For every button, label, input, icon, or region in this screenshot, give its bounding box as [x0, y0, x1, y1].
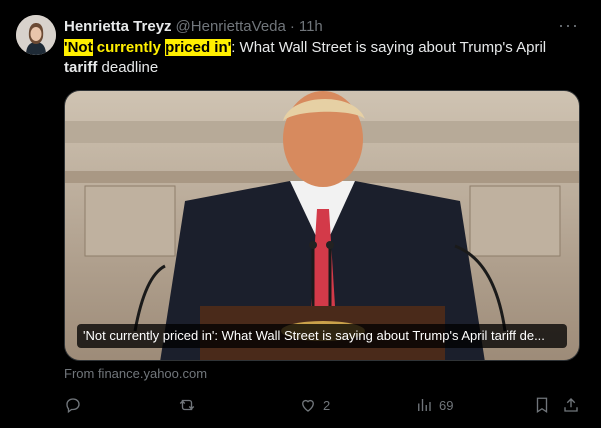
- reply-button[interactable]: [64, 395, 88, 415]
- link-card-image: [65, 91, 579, 360]
- share-icon: [564, 398, 578, 412]
- share-button[interactable]: [562, 395, 580, 415]
- views-button[interactable]: 69: [415, 395, 453, 415]
- reply-icon: [66, 398, 80, 414]
- tweet[interactable]: Henrietta Treyz @HenriettaVeda · 11h ···…: [0, 0, 601, 428]
- author-name[interactable]: Henrietta Treyz: [64, 18, 172, 35]
- text-currently: currently: [92, 39, 166, 56]
- views-icon: [418, 399, 431, 411]
- avatar[interactable]: [16, 15, 56, 55]
- retweet-button[interactable]: [178, 395, 202, 415]
- retweet-icon: [179, 399, 195, 411]
- timestamp[interactable]: 11h: [299, 18, 323, 35]
- bookmark-button[interactable]: [533, 395, 551, 415]
- text-middle: : What Wall Street is saying about Trump…: [231, 39, 547, 56]
- bookmark-icon: [536, 397, 548, 414]
- separator: ·: [289, 17, 295, 35]
- highlight-priced-in: priced in: [165, 39, 228, 56]
- link-card[interactable]: 'Not currently priced in': What Wall Str…: [64, 90, 580, 361]
- link-card-caption: 'Not currently priced in': What Wall Str…: [77, 324, 567, 348]
- action-bar: 2 69: [64, 395, 580, 415]
- author-handle[interactable]: @HenriettaVeda: [176, 18, 286, 35]
- like-button[interactable]: 2: [299, 395, 330, 415]
- like-count: 2: [323, 397, 331, 413]
- more-icon[interactable]: ···: [558, 16, 579, 34]
- text-tariff: tariff: [64, 59, 98, 76]
- tweet-text: 'Not currently priced in': What Wall Str…: [64, 38, 574, 78]
- tweet-header: Henrietta Treyz @HenriettaVeda · 11h: [64, 16, 585, 36]
- text-end: deadline: [97, 59, 159, 76]
- views-count: 69: [439, 397, 454, 413]
- link-source[interactable]: From finance.yahoo.com: [64, 366, 207, 381]
- like-icon: [302, 399, 314, 412]
- highlight-not: Not: [67, 39, 93, 56]
